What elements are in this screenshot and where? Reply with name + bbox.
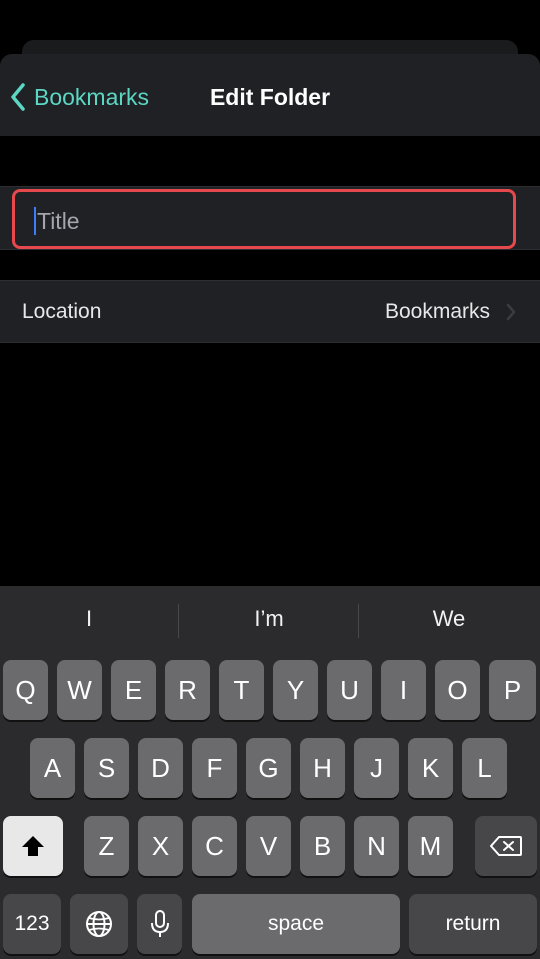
key-u[interactable]: U xyxy=(327,660,372,720)
key-p[interactable]: P xyxy=(489,660,536,720)
shift-icon xyxy=(22,836,44,856)
key-m[interactable]: M xyxy=(408,816,453,876)
suggestion-item[interactable]: I xyxy=(0,606,178,632)
key-v[interactable]: V xyxy=(246,816,291,876)
suggestion-item[interactable]: We xyxy=(360,606,538,632)
dictation-key[interactable] xyxy=(137,894,182,954)
key-t[interactable]: T xyxy=(219,660,264,720)
numbers-key[interactable]: 123 xyxy=(3,894,61,954)
suggestion-item[interactable]: I’m xyxy=(180,606,358,632)
page-title: Edit Folder xyxy=(0,84,540,111)
key-n[interactable]: N xyxy=(354,816,399,876)
key-d[interactable]: D xyxy=(138,738,183,798)
key-r[interactable]: R xyxy=(165,660,210,720)
key-i[interactable]: I xyxy=(381,660,426,720)
key-h[interactable]: H xyxy=(300,738,345,798)
keyboard: I I’m We Q W E R T Y U I O P A S D F G H… xyxy=(0,586,540,959)
key-f[interactable]: F xyxy=(192,738,237,798)
key-c[interactable]: C xyxy=(192,816,237,876)
text-caret xyxy=(34,207,36,235)
suggestion-bar: I I’m We xyxy=(0,586,540,658)
chevron-right-icon xyxy=(506,303,516,321)
microphone-icon xyxy=(150,910,169,937)
backspace-icon xyxy=(490,836,522,856)
delete-key[interactable] xyxy=(475,816,537,876)
key-w[interactable]: W xyxy=(57,660,102,720)
title-row xyxy=(0,186,540,250)
key-y[interactable]: Y xyxy=(273,660,318,720)
key-z[interactable]: Z xyxy=(84,816,129,876)
key-q[interactable]: Q xyxy=(3,660,48,720)
suggestion-divider xyxy=(358,604,359,638)
suggestion-divider xyxy=(178,604,179,638)
key-b[interactable]: B xyxy=(300,816,345,876)
section-spacer xyxy=(0,136,540,186)
location-row[interactable]: Location Bookmarks xyxy=(0,280,540,343)
key-o[interactable]: O xyxy=(435,660,480,720)
shift-key[interactable] xyxy=(3,816,63,876)
navigation-bar: Bookmarks Edit Folder xyxy=(0,54,540,136)
return-key[interactable]: return xyxy=(409,894,537,954)
title-field-highlight xyxy=(12,189,516,249)
page-title-text: Edit Folder xyxy=(209,84,331,110)
key-l[interactable]: L xyxy=(462,738,507,798)
globe-key[interactable] xyxy=(70,894,128,954)
location-value: Bookmarks xyxy=(384,300,490,323)
key-a[interactable]: A xyxy=(30,738,75,798)
key-e[interactable]: E xyxy=(111,660,156,720)
title-input[interactable] xyxy=(37,201,497,241)
key-s[interactable]: S xyxy=(84,738,129,798)
key-x[interactable]: X xyxy=(138,816,183,876)
space-key[interactable]: space xyxy=(192,894,400,954)
location-label: Location xyxy=(22,300,102,323)
globe-icon xyxy=(86,911,112,937)
key-k[interactable]: K xyxy=(408,738,453,798)
key-g[interactable]: G xyxy=(246,738,291,798)
key-j[interactable]: J xyxy=(354,738,399,798)
